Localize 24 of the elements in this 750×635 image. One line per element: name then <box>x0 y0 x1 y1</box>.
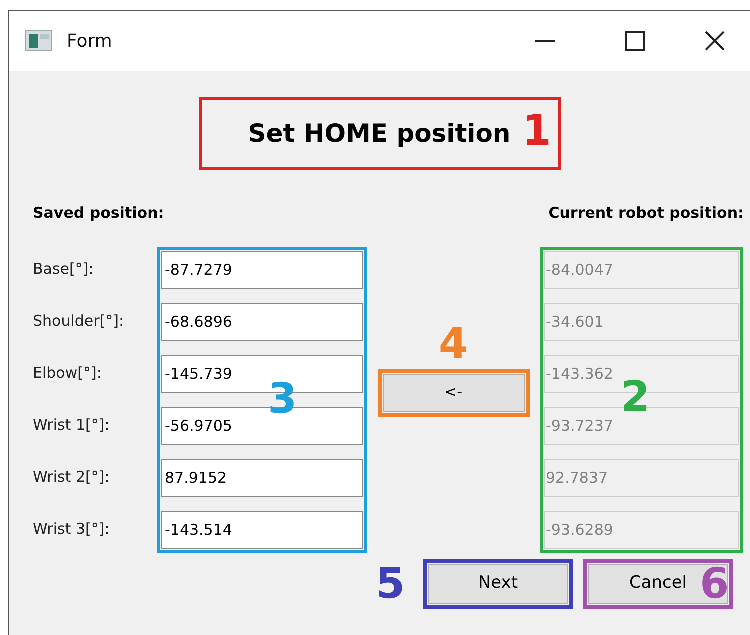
copy-button[interactable]: <- <box>382 374 524 412</box>
dialog-button[interactable]: Next <box>428 564 568 604</box>
annotation-number: 5 <box>376 562 406 604</box>
joint-label: Wrist 1[°]: <box>33 415 111 436</box>
section-label: Current robot position: <box>548 203 744 224</box>
saved-value-field[interactable]: -87.7279 <box>161 250 363 288</box>
annotation-number: 6 <box>700 562 730 604</box>
minimize-icon <box>535 40 555 42</box>
window-icon <box>25 30 53 52</box>
joint-label: Wrist 2[°]: <box>33 467 111 488</box>
annotation-number: 4 <box>438 322 468 364</box>
section-label: Saved position: <box>33 203 164 224</box>
form-heading: Set HOME position <box>248 118 511 150</box>
close-icon <box>705 31 725 51</box>
maximize-icon <box>625 31 645 51</box>
saved-value-field[interactable]: -143.514 <box>161 510 363 548</box>
annotation-number: 1 <box>522 110 552 152</box>
saved-value-field[interactable]: -68.6896 <box>161 302 363 340</box>
joint-label: Wrist 3[°]: <box>33 519 111 540</box>
joint-label: Shoulder[°]: <box>33 311 126 332</box>
joint-label: Base[°]: <box>33 259 95 280</box>
joint-label: Elbow[°]: <box>33 363 103 384</box>
saved-value-field[interactable]: 87.9152 <box>161 458 363 496</box>
window-title: Form <box>67 30 112 54</box>
